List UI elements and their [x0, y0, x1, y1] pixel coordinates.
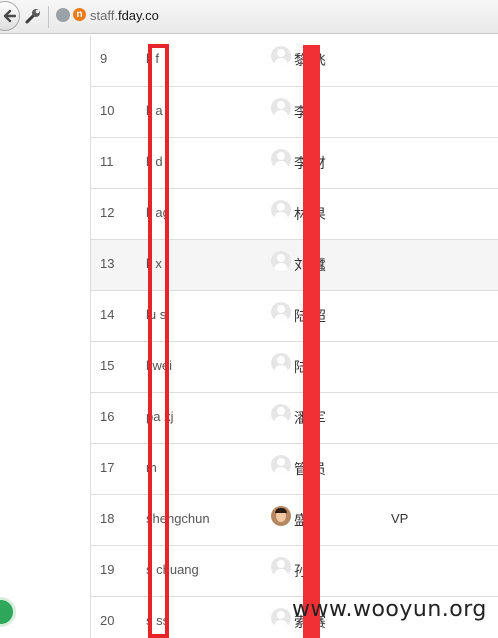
url-prefix: staff. — [90, 8, 118, 23]
default-avatar-icon — [271, 149, 291, 169]
row-number: 13 — [100, 256, 115, 271]
redaction-bar-name — [303, 45, 320, 638]
row-number: 9 — [100, 51, 108, 66]
browser-toolbar: n staff.fday.co — [0, 0, 498, 34]
avatar-photo — [271, 506, 291, 526]
extension-icon[interactable]: n — [73, 8, 86, 21]
url-domain: fday.co — [117, 8, 159, 23]
row-number: 20 — [100, 613, 115, 628]
row-number: 12 — [100, 205, 115, 220]
default-avatar-icon — [271, 251, 291, 271]
row-number: 14 — [100, 307, 115, 322]
default-avatar-icon — [271, 353, 291, 373]
page-content: 9li f黎 飞10li a李 11li d李 财12li ag林 果13li … — [0, 35, 498, 638]
default-avatar-icon — [271, 608, 291, 628]
row-number: 10 — [100, 103, 115, 118]
job-title-cell: VP — [391, 511, 409, 526]
row-number: 17 — [100, 460, 115, 475]
wrench-icon[interactable] — [24, 7, 42, 25]
default-avatar-icon — [271, 302, 291, 322]
default-avatar-icon — [271, 200, 291, 220]
address-bar[interactable]: staff.fday.co — [90, 8, 159, 23]
default-avatar-icon — [271, 455, 291, 475]
row-number: 15 — [100, 358, 115, 373]
watermark: www.wooyun.org — [292, 597, 487, 622]
toolbar-divider — [48, 6, 49, 28]
default-avatar-icon — [271, 46, 291, 66]
globe-icon — [56, 8, 70, 22]
row-number: 16 — [100, 409, 115, 424]
redaction-box-username — [148, 44, 169, 638]
default-avatar-icon — [271, 98, 291, 118]
default-avatar-icon — [271, 557, 291, 577]
row-number: 19 — [100, 562, 115, 577]
row-number: 18 — [100, 511, 115, 526]
back-arrow-icon — [3, 9, 16, 23]
default-avatar-icon — [271, 404, 291, 424]
back-button[interactable] — [0, 1, 20, 31]
row-number: 11 — [100, 154, 114, 169]
